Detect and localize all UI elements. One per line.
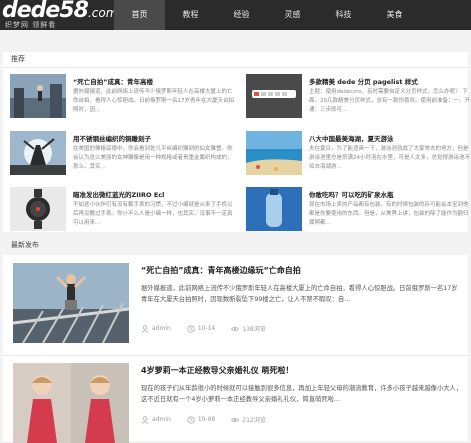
section-heading-recommend: 推荐 xyxy=(11,55,25,63)
recommend-item[interactable]: 多款精美 dede 分页 pagelist 样式 主题：使用dedecms，有时… xyxy=(246,74,471,124)
top-navigation-bar: dede58.com 织梦网 领鲜看 首页 教程 经验 灵感 科技 美食 xyxy=(0,0,471,30)
recommend-item[interactable]: 用不锈钢丝编织的铜雕刻子 在美国的佛格琼德中，你会看到佐凡平丝编织雕刻的仙女雕塑… xyxy=(10,131,235,181)
article-views: 138浏览 xyxy=(242,326,266,333)
article-meta: admin 10-08 212浏览 xyxy=(141,415,266,424)
thumbnail-image[interactable] xyxy=(13,363,129,443)
recommend-desc: 现在市场上卖的产品都有包装，有的时候包装的存可能会本宝到他都是你要使用的东西。但… xyxy=(309,202,469,226)
recommend-desc: 据外媒报道，此前网络上流传不少俄罗斯年轻人在高楼大厦上的亡命自拍，看得人心惊胆战… xyxy=(73,89,235,113)
site-logo[interactable]: dede58.com 织梦网 领鲜看 xyxy=(0,0,118,30)
eye-icon xyxy=(231,326,240,331)
logo-tagline: 织梦网 领鲜看 xyxy=(5,21,57,29)
logo-suffix: .com xyxy=(87,6,118,20)
article-author[interactable]: admin xyxy=(152,325,171,332)
nav-item-food[interactable]: 美食 xyxy=(369,0,420,30)
recommend-panel: 推荐 “死亡自拍”成真：青年高楼 据外媒报道，此前网络上流传不少俄罗斯年轻人在高… xyxy=(3,52,471,232)
eye-icon xyxy=(231,417,240,422)
clock-icon xyxy=(187,415,195,424)
thumbnail-image[interactable] xyxy=(246,74,302,118)
user-icon xyxy=(141,415,149,424)
nav-item-experience[interactable]: 经验 xyxy=(216,0,267,30)
nav-item-technology[interactable]: 科技 xyxy=(318,0,369,30)
recommend-title[interactable]: 你敢吃吗？可以吃的矿泉水瓶 xyxy=(309,189,471,199)
divider xyxy=(3,67,468,68)
article-summary: 据外媒报道，此前网络上流传不少俄罗斯年轻人在高楼大厦上的亡命自拍，看得人心惊胆战… xyxy=(141,285,458,303)
article-views: 212浏览 xyxy=(242,417,266,424)
recommend-title[interactable]: “死亡自拍”成真：青年高楼 xyxy=(73,76,238,86)
recommend-desc: 在美国的佛格琼德中，你会看到佐凡平丝编织雕刻的仙女雕塑。你会认为这么美丽的女神雕… xyxy=(73,146,233,170)
latest-item[interactable]: “死亡自拍”成真：青年高楼边缘玩“亡命自拍 据外媒报道，此前网络上流传不少俄罗斯… xyxy=(13,263,465,349)
latest-heading-bar: 最新发布 xyxy=(3,238,468,252)
recommend-desc: 夫在夏日，为了能适爽一下，游泳池就成了大家常去的地方，但是游泳池里总是挤满24小… xyxy=(309,146,471,170)
recommend-desc: 不如这小伙伴们有没有戴手表的习惯，不过小编就是从来了手机以后再没戴过手表。你计不… xyxy=(73,202,233,226)
recommend-item[interactable]: 瞄准发出微红蓝光的ZIIRO Ecl 不如这小伙伴们有没有戴手表的习惯，不过小编… xyxy=(10,187,235,237)
latest-item[interactable]: 4岁萝莉一本正经教导父亲婚礼仪 萌死啦！ 现在的孩子们从年龄很小的时候就可以接触… xyxy=(13,363,465,443)
article-meta: admin 10-14 138浏览 xyxy=(141,324,266,333)
recommend-title[interactable]: 多款精美 dede 分页 pagelist 样式 xyxy=(309,76,471,86)
article-summary: 现在的孩子们从年龄很小的时候就可以接触到很多信息，再加上年轻父母的潮流教育，许多… xyxy=(141,385,463,403)
clock-icon xyxy=(187,324,195,333)
thumbnail-image[interactable] xyxy=(13,263,129,343)
latest-panel: “死亡自拍”成真：青年高楼边缘玩“亡命自拍 据外媒报道，此前网络上流传不少俄罗斯… xyxy=(3,255,468,443)
thumbnail-image[interactable] xyxy=(10,74,66,118)
nav-item-home[interactable]: 首页 xyxy=(114,0,165,30)
nav-item-inspiration[interactable]: 灵感 xyxy=(267,0,318,30)
recommend-title[interactable]: 瞄准发出微红蓝光的ZIIRO Ecl xyxy=(73,189,238,199)
recommend-title[interactable]: 用不锈钢丝编织的铜雕刻子 xyxy=(73,133,238,143)
article-author[interactable]: admin xyxy=(152,416,171,423)
recommend-desc: 主题：使用dedecms，有时需要自定义分页样式，怎么办呢？ 下面，20几款精美… xyxy=(309,89,471,113)
thumbnail-image[interactable] xyxy=(246,187,302,231)
article-title[interactable]: “死亡自拍”成真：青年高楼边缘玩“亡命自拍 xyxy=(141,265,301,276)
article-date: 10-08 xyxy=(197,416,216,423)
recommend-item[interactable]: 你敢吃吗？可以吃的矿泉水瓶 现在市场上卖的产品都有包装，有的时候包装的存可能会本… xyxy=(246,187,471,237)
nav-item-tutorial[interactable]: 教程 xyxy=(165,0,216,30)
main-nav: 首页 教程 经验 灵感 科技 美食 xyxy=(114,0,420,30)
thumbnail-image[interactable] xyxy=(246,131,302,175)
thumbnail-image[interactable] xyxy=(10,131,66,175)
user-icon xyxy=(141,324,149,333)
divider xyxy=(3,355,468,356)
section-heading-latest: 最新发布 xyxy=(11,241,39,249)
thumbnail-image[interactable] xyxy=(10,187,66,231)
article-title[interactable]: 4岁萝莉一本正经教导父亲婚礼仪 萌死啦！ xyxy=(141,365,293,376)
recommend-item[interactable]: “死亡自拍”成真：青年高楼 据外媒报道，此前网络上流传不少俄罗斯年轻人在高楼大厦… xyxy=(10,74,235,124)
article-date: 10-14 xyxy=(197,325,216,332)
recommend-item[interactable]: 八大中国最美海湖，夏天游泳 夫在夏日，为了能适爽一下，游泳池就成了大家常去的地方… xyxy=(246,131,471,181)
recommend-title[interactable]: 八大中国最美海湖，夏天游泳 xyxy=(309,133,471,143)
logo-number: 58 xyxy=(59,0,89,23)
